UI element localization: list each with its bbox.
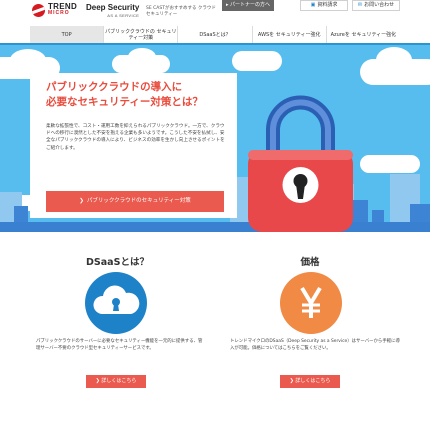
docs-label: 資料請求: [317, 2, 338, 8]
nav-item-azure[interactable]: Azureを セキュリティー強化: [325, 26, 400, 43]
mail-icon: ✉: [357, 2, 363, 8]
yen-icon: [280, 272, 342, 334]
padlock-icon: [248, 95, 353, 232]
cloud-decoration: [10, 49, 46, 71]
trend-micro-logo[interactable]: TREND MICRO: [32, 3, 77, 17]
cloud-decoration: [128, 48, 156, 66]
document-icon: ▣: [310, 2, 316, 8]
nav-item-dsaas[interactable]: DSaaSとは？: [177, 26, 251, 43]
logo-brand-line1: TREND: [48, 2, 78, 11]
nav-item-public-cloud-security[interactable]: パブリッククラウドの セキュリティー対策: [103, 26, 177, 43]
dsaas-details-label: 詳しくはこちら: [101, 378, 137, 384]
price-title: 価格: [300, 257, 320, 268]
contact-button[interactable]: ✉ お問い合わせ: [352, 0, 400, 11]
chevron-right-circle-icon: ❯: [79, 198, 84, 204]
partner-button[interactable]: ▸ パートナーの方へ: [222, 0, 274, 11]
hero-cta-button[interactable]: ❯ パブリッククラウドのセキュリティー対策: [46, 191, 224, 212]
docs-request-button[interactable]: ▣ 資料請求: [300, 0, 348, 11]
nav-item-top[interactable]: TOP: [30, 26, 104, 43]
hero-title-line1: パブリッククラウドの導入に: [46, 81, 183, 93]
cloud-decoration: [376, 47, 412, 73]
dsaas-title: DSaaSとは？: [86, 257, 149, 268]
price-description: トレンドマイクロのDSaaS（Deep Security as a Servic…: [230, 339, 400, 351]
product-sub: AS A SERVICE: [107, 13, 140, 18]
yen-icon: [300, 286, 322, 318]
hero-title: パブリッククラウドの導入に 必要なセキュリティー対策とは？: [46, 80, 236, 110]
cloud-keyhole-icon: [93, 285, 140, 314]
hero-cta-label: パブリッククラウドのセキュリティー対策: [86, 198, 191, 204]
contact-label: お問い合わせ: [364, 2, 395, 8]
dsaas-details-button[interactable]: ❯ 詳しくはこちら: [86, 375, 146, 388]
price-details-label: 詳しくはこちら: [295, 378, 331, 384]
header-tagline: SE CASTがおすすめする クラウドセキュリティー: [146, 6, 216, 17]
hero-body-text: 柔軟な拡張性で、コスト・運用工数を抑えられるパブリッククラウド。一方で、クラウド…: [46, 124, 225, 151]
hero-card: パブリッククラウドの導入に 必要なセキュリティー対策とは？ 柔軟な拡張性で、コス…: [30, 73, 237, 218]
deep-security-logo[interactable]: Deep Security AS A SERVICE: [86, 4, 139, 20]
city-ground: [0, 222, 430, 232]
main-nav: TOP パブリッククラウドの セキュリティー対策 DSaaSとは？ AWSを セ…: [30, 26, 400, 43]
cloud-keyhole-icon: [85, 272, 147, 334]
triangle-right-icon: ▸: [225, 2, 229, 8]
trend-micro-ball-icon: [32, 3, 45, 17]
site-header: TREND MICRO Deep Security AS A SERVICE S…: [0, 0, 430, 26]
product-name: Deep Security: [86, 3, 140, 12]
nav-item-aws[interactable]: AWSを セキュリティー強化: [251, 26, 326, 43]
cloud-decoration: [360, 155, 420, 173]
price-details-button[interactable]: ❯ 詳しくはこちら: [280, 375, 340, 388]
logo-brand-line2: MICRO: [48, 10, 70, 16]
hero-banner: パブリッククラウドの導入に 必要なセキュリティー対策とは？ 柔軟な拡張性で、コス…: [0, 45, 430, 232]
cloud-decoration: [232, 51, 282, 71]
hero-title-line2: 必要なセキュリティー対策とは？: [46, 96, 203, 108]
partner-label: パートナーの方へ: [230, 2, 271, 8]
dsaas-description: パブリッククラウドのサーバーに必要なセキュリティー機能を一元的に提供する、管理サ…: [36, 339, 203, 351]
